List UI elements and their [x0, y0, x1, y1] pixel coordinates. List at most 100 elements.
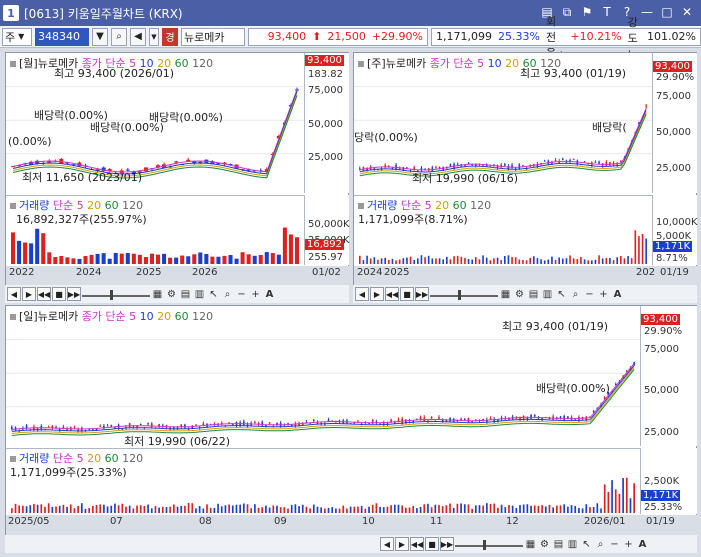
collapse-icon[interactable] [358, 203, 364, 209]
plus-icon[interactable]: + [622, 537, 635, 551]
cursor-icon[interactable]: ↖ [207, 287, 220, 301]
zoom-icon[interactable]: ⌕ [594, 537, 607, 551]
volume-bar [362, 260, 365, 264]
scroll-left-button[interactable]: ◀ [355, 287, 369, 301]
volume-bar [18, 505, 21, 513]
minus-icon[interactable]: − [583, 287, 596, 301]
chart-type-icon[interactable]: ▤ [179, 287, 192, 301]
volume-bar [41, 233, 46, 264]
stop-button[interactable]: ■ [52, 287, 66, 301]
change-pct: 29.90% [644, 326, 683, 337]
cursor-icon[interactable]: ↖ [580, 537, 593, 551]
volume-bar [77, 506, 79, 513]
volume-bar [576, 258, 579, 264]
pin-icon[interactable]: ⚑ [579, 4, 595, 20]
scroll-start-button[interactable]: ◀◀ [385, 287, 399, 301]
minus-icon[interactable]: − [235, 287, 248, 301]
chevron-down-icon[interactable]: ▼ [149, 27, 159, 46]
volume-bar [276, 505, 278, 513]
text-t-icon[interactable]: T [599, 4, 615, 20]
close-icon[interactable]: ✕ [679, 4, 695, 20]
chevron-down-icon[interactable]: ▼ [92, 27, 108, 46]
grid-icon[interactable]: ▦ [499, 287, 512, 301]
scroll-start-button[interactable]: ◀◀ [37, 287, 51, 301]
layout-icon[interactable]: ▥ [566, 537, 579, 551]
stock-code-input[interactable]: 348340 [35, 27, 89, 46]
stop-button[interactable]: ■ [400, 287, 414, 301]
volume-bar [382, 507, 385, 513]
volume-bar [35, 228, 40, 264]
zoom-icon[interactable]: ⌕ [221, 287, 234, 301]
grid-icon[interactable]: ▦ [524, 537, 537, 551]
search-icon[interactable]: ⌕ [111, 27, 127, 46]
speaker-icon[interactable]: ◀ [130, 27, 146, 46]
grid-icon[interactable]: ▦ [151, 287, 164, 301]
collapse-icon[interactable] [10, 456, 16, 462]
volume-bar [405, 507, 407, 513]
collapse-icon[interactable] [10, 203, 16, 209]
stock-name: 뉴로메카 [181, 27, 245, 46]
volume-bar [254, 504, 256, 513]
minimize-icon[interactable]: — [639, 4, 655, 20]
minus-icon[interactable]: − [608, 537, 621, 551]
y-tick: 75,000 [308, 85, 343, 96]
scroll-left-button[interactable]: ◀ [380, 537, 394, 551]
stop-button[interactable]: ■ [425, 537, 439, 551]
daily-chart-header: [일]뉴로메카 종가 단순 5 10 20 60 120 [10, 308, 213, 324]
scroll-right-button[interactable]: ▶ [395, 537, 409, 551]
font-icon[interactable]: A [611, 287, 624, 301]
volume-bar [402, 258, 405, 264]
volume-bar [574, 505, 577, 513]
top-value: 183.82 [308, 69, 343, 80]
volume-bar [257, 507, 260, 513]
candle-body [419, 417, 422, 420]
settings-icon[interactable]: ⚙ [513, 287, 526, 301]
collapse-icon[interactable] [10, 61, 16, 67]
scroll-right-button[interactable]: ▶ [22, 287, 36, 301]
volume-bar [276, 254, 281, 264]
plus-icon[interactable]: + [597, 287, 610, 301]
collapse-icon[interactable] [358, 61, 364, 67]
settings-icon[interactable]: ⚙ [165, 287, 178, 301]
layout-icon[interactable]: ▥ [193, 287, 206, 301]
plus-icon[interactable]: + [249, 287, 262, 301]
volume-bar [634, 230, 637, 264]
date-label: 2025 [384, 267, 410, 278]
volume-bar [279, 507, 282, 513]
zoom-slider[interactable] [82, 289, 150, 300]
volume-bar [417, 258, 419, 264]
scroll-left-button[interactable]: ◀ [7, 287, 21, 301]
weekly-date-axis: 2024 2025 202 01/19 [354, 266, 697, 285]
zoom-slider[interactable] [455, 539, 523, 550]
zoom-slider[interactable] [430, 289, 498, 300]
collapse-icon[interactable] [10, 314, 16, 320]
volume-tag: 1,171K [641, 490, 681, 501]
volume-bar [625, 477, 628, 513]
zoom-icon[interactable]: ⌕ [569, 287, 582, 301]
font-icon[interactable]: A [263, 287, 276, 301]
volume-bar [467, 504, 470, 513]
settings-icon[interactable]: ⚙ [538, 537, 551, 551]
scroll-end-button[interactable]: ▶▶ [415, 287, 429, 301]
volume-bar [198, 252, 203, 264]
chart-type-icon[interactable]: ▤ [552, 537, 565, 551]
market-select[interactable]: 주 ▼ [2, 27, 32, 46]
volume-bar [327, 507, 330, 513]
cursor-icon[interactable]: ↖ [555, 287, 568, 301]
volume-bar [441, 506, 444, 513]
volume-bar [460, 256, 463, 264]
layout-icon[interactable]: ▥ [541, 287, 554, 301]
volume-bar [645, 238, 647, 264]
y-tick: 75,000 [644, 344, 679, 355]
volume-bar [287, 508, 289, 513]
maximize-icon[interactable]: □ [659, 4, 675, 20]
scroll-start-button[interactable]: ◀◀ [410, 537, 424, 551]
price-tag: 93,400 [653, 61, 692, 72]
scroll-right-button[interactable]: ▶ [370, 287, 384, 301]
chart-type-icon[interactable]: ▤ [527, 287, 540, 301]
volume-bar [117, 505, 120, 513]
title-bar: 1 [0613] 키움일주월차트 (KRX) ▤ ⧉ ⚑ T ? — □ ✕ [0, 0, 701, 26]
scroll-end-button[interactable]: ▶▶ [440, 537, 454, 551]
font-icon[interactable]: A [636, 537, 649, 551]
scroll-end-button[interactable]: ▶▶ [67, 287, 81, 301]
